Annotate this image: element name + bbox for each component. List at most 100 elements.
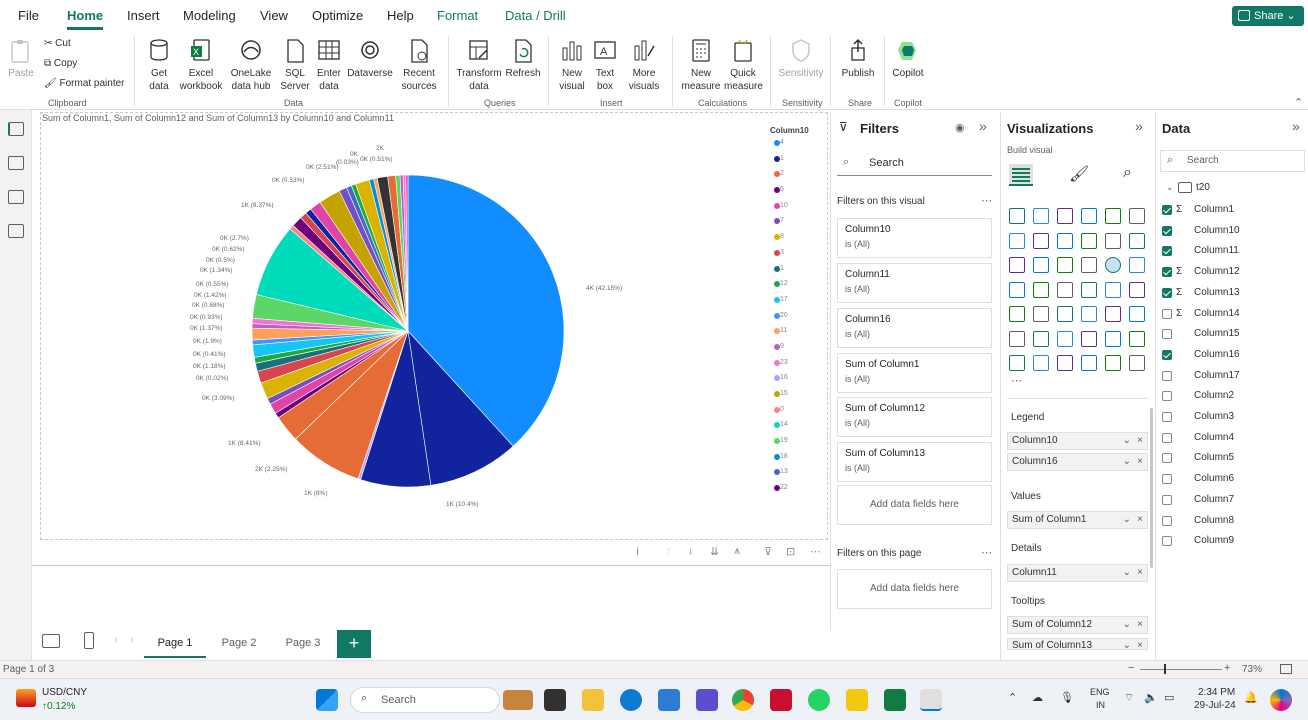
chevron-down-icon[interactable]: ⌄ — [1166, 182, 1174, 193]
excel-workbook-button[interactable]: X Excel workbook — [178, 38, 224, 93]
legend-item[interactable]: 1 — [770, 151, 828, 167]
battery-icon[interactable]: ▭ — [1164, 691, 1174, 704]
tooltip-field-sum-column12[interactable]: Sum of Column12 ⌄ × — [1007, 616, 1148, 634]
collapse-data-icon[interactable]: » — [1292, 118, 1300, 134]
chevron-down-icon[interactable]: ⌄ — [1123, 512, 1131, 528]
filter-search-input[interactable]: ⌕ Search — [837, 152, 992, 176]
filter-card-sum-column12[interactable]: Sum of Column12 is (All) — [837, 397, 992, 437]
publish-button[interactable]: Publish — [838, 38, 878, 80]
field-item[interactable]: Σ Column12 — [1162, 263, 1240, 281]
excel-icon[interactable] — [884, 689, 906, 711]
chevron-down-icon[interactable]: ⌄ — [1123, 639, 1131, 649]
report-view-icon[interactable] — [8, 122, 24, 136]
field-checkbox[interactable] — [1162, 494, 1172, 505]
remove-icon[interactable]: × — [1137, 639, 1143, 649]
zoom-out-icon[interactable]: − — [1128, 662, 1134, 674]
visual-type-icon[interactable] — [1129, 257, 1145, 273]
desktop-layout-icon[interactable] — [42, 634, 60, 648]
chevron-up-icon[interactable]: ⌃ — [1008, 691, 1017, 704]
filter-card-sum-column13[interactable]: Sum of Column13 is (All) — [837, 442, 992, 482]
visual-type-icon[interactable] — [1057, 330, 1073, 347]
menu-format[interactable]: Format — [437, 8, 478, 23]
fit-page-icon[interactable] — [1280, 664, 1292, 674]
visual-type-icon[interactable] — [1129, 281, 1145, 298]
paste-button[interactable]: Paste — [6, 38, 36, 80]
menu-home[interactable]: Home — [67, 8, 104, 30]
legend-item[interactable]: 15 — [770, 386, 828, 402]
new-visual-button[interactable]: New visual — [556, 38, 588, 93]
field-item[interactable]: Column9 — [1162, 532, 1234, 550]
more-visuals-icon[interactable]: ⋯ — [1011, 374, 1022, 387]
menu-view[interactable]: View — [260, 8, 288, 23]
visual-type-icon[interactable] — [1105, 208, 1121, 224]
field-checkbox[interactable] — [1162, 349, 1172, 360]
legend-item[interactable]: 10 — [770, 198, 828, 214]
visual-type-icon[interactable] — [1057, 208, 1073, 224]
visual-type-icon[interactable] — [1129, 232, 1145, 249]
field-checkbox[interactable] — [1162, 329, 1172, 340]
next-page-icon[interactable]: › — [130, 634, 134, 646]
field-checkbox[interactable] — [1162, 205, 1172, 215]
onelake-button[interactable]: OneLake data hub — [226, 38, 276, 93]
chevron-down-icon[interactable]: ⌄ — [1123, 565, 1131, 581]
visual-type-icon[interactable] — [1081, 257, 1097, 273]
visual-type-icon[interactable] — [1129, 208, 1145, 224]
field-checkbox[interactable] — [1162, 515, 1172, 526]
powerbi-icon[interactable] — [846, 689, 868, 711]
field-checkbox[interactable] — [1162, 432, 1172, 443]
windows-start-icon[interactable] — [316, 689, 338, 711]
info-icon[interactable]: ⅰ — [636, 545, 648, 558]
field-item[interactable]: Column15 — [1162, 325, 1240, 343]
visual-type-icon[interactable] — [1105, 257, 1121, 273]
text-box-button[interactable]: A Text box — [590, 38, 620, 93]
volume-icon[interactable]: 🔈 — [1144, 691, 1158, 704]
visual-type-icon[interactable] — [1033, 208, 1049, 224]
legend-field-column16[interactable]: Column16 ⌄ × — [1007, 453, 1148, 471]
more-visuals-button[interactable]: More visuals — [624, 38, 664, 93]
legend-item[interactable]: 23 — [770, 355, 828, 371]
eye-icon[interactable]: ◉ — [955, 121, 965, 134]
visual-type-icon[interactable] — [1033, 257, 1049, 273]
chevron-down-icon[interactable]: ⌄ — [1123, 454, 1131, 470]
copy-button[interactable]: ⧉ Copy — [44, 58, 77, 69]
legend-item[interactable]: 20 — [770, 308, 828, 324]
active-app-icon[interactable] — [920, 689, 942, 711]
visual-type-icon[interactable] — [1105, 330, 1121, 347]
field-item[interactable]: Column10 — [1162, 222, 1240, 240]
field-item[interactable]: Column4 — [1162, 429, 1234, 447]
filter-card-column11[interactable]: Column11 is (All) — [837, 263, 992, 303]
field-checkbox[interactable] — [1162, 287, 1172, 298]
visual-type-icon[interactable] — [1033, 355, 1049, 371]
visual-type-icon[interactable] — [1009, 306, 1025, 322]
cloud-icon[interactable]: ☁ — [1032, 691, 1043, 704]
more-icon[interactable]: ⋯ — [981, 194, 992, 207]
field-checkbox[interactable] — [1162, 453, 1172, 464]
visual-type-icon[interactable] — [1105, 232, 1121, 249]
store-icon[interactable] — [658, 689, 680, 711]
field-item[interactable]: Column2 — [1162, 387, 1234, 405]
field-checkbox[interactable] — [1162, 370, 1172, 381]
collapse-viz-icon[interactable]: » — [1135, 118, 1143, 134]
transform-data-button[interactable]: Transform data — [456, 38, 502, 93]
field-item[interactable]: Column7 — [1162, 491, 1234, 509]
more-icon[interactable]: ⋯ — [981, 546, 992, 559]
add-page-button[interactable]: + — [337, 630, 371, 658]
analytics-icon[interactable]: ⌕ — [1123, 164, 1132, 182]
format-visual-icon[interactable]: 🖌 — [1069, 164, 1089, 184]
filter-card-column16[interactable]: Column16 is (All) — [837, 308, 992, 348]
menu-help[interactable]: Help — [387, 8, 414, 23]
add-page-filter-drop[interactable]: Add data fields here — [837, 569, 992, 609]
clock-date[interactable]: 29-Jul-24 — [1194, 700, 1236, 711]
sql-server-button[interactable]: SQL Server — [280, 38, 310, 93]
collapse-filters-icon[interactable]: » — [979, 118, 987, 134]
visual-type-icon[interactable] — [1009, 208, 1025, 224]
new-measure-button[interactable]: New measure — [680, 38, 722, 93]
field-checkbox[interactable] — [1162, 308, 1172, 319]
legend-field-column10[interactable]: Column10 ⌄ × — [1007, 432, 1148, 450]
menu-modeling[interactable]: Modeling — [183, 8, 236, 23]
edge-icon[interactable] — [620, 689, 642, 711]
visual-type-icon[interactable] — [1105, 306, 1121, 322]
pie-chart[interactable] — [40, 112, 828, 540]
expand-hierarchy-icon[interactable]: ⩚ — [734, 545, 746, 557]
language-code[interactable]: ENG — [1090, 687, 1110, 697]
